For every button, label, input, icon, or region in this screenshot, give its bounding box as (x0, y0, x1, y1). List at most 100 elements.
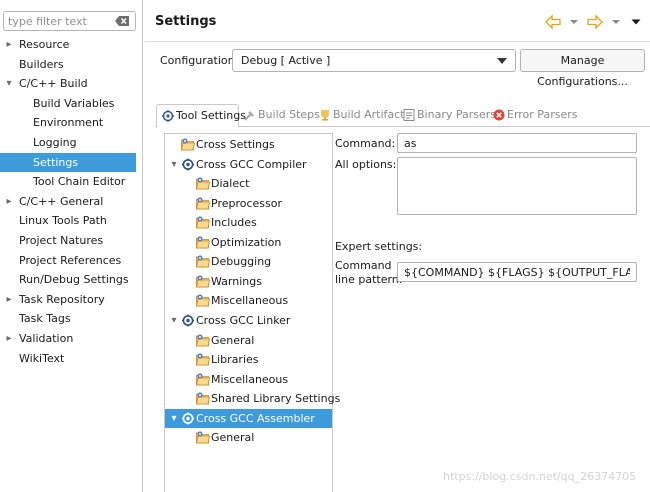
error-parsers-icon (493, 109, 505, 121)
tree-item-miscellaneous[interactable]: Miscellaneous (165, 370, 332, 389)
sidebar-item-task-repository[interactable]: ▸ Task Repository (0, 290, 136, 309)
sidebar-item-c-c-general[interactable]: ▸ C/C++ General (0, 192, 136, 211)
tool-settings-tree: Cross Settings ▾ Cross GCC Compiler Dialect… (164, 133, 340, 492)
sidebar-item-task-tags[interactable]: Task Tags (0, 309, 136, 328)
sidebar-item-validation[interactable]: ▸ Validation (0, 329, 136, 348)
tree-item-general[interactable]: General (165, 428, 332, 447)
sidebar-item-build-variables[interactable]: Build Variables (0, 94, 136, 113)
configuration-label: Configuration: (160, 54, 239, 67)
configuration-select[interactable]: Debug [ Active ] (232, 49, 516, 72)
sidebar-item-resource[interactable]: ▸ Resource (0, 35, 136, 54)
build-artifact-icon (321, 110, 329, 121)
tree-item-cross-gcc-assembler[interactable]: ▾ Cross GCC Assembler (165, 408, 332, 428)
sidebar-item-label: Logging (33, 136, 77, 149)
collapsed-twisty-icon[interactable]: ▸ (4, 35, 14, 54)
tree-item-label: Cross GCC Assembler (196, 411, 315, 425)
tree-item-cross-gcc-linker[interactable]: ▾ Cross GCC Linker (165, 311, 332, 330)
filter-input[interactable] (8, 13, 112, 29)
tree-item-optimization[interactable]: Optimization (165, 233, 332, 252)
option-category-folder-icon (196, 333, 210, 347)
all-options-textarea[interactable] (397, 157, 637, 215)
expanded-twisty-icon[interactable]: ▾ (169, 409, 179, 428)
tree-item-label: Cross Settings (196, 138, 275, 151)
collapsed-twisty-icon[interactable]: ▸ (4, 192, 14, 211)
option-category-folder-icon (196, 197, 210, 210)
sidebar-item-label: C/C++ General (19, 194, 104, 208)
sidebar-item-wikitext[interactable]: WikiText (0, 349, 136, 368)
tree-item-label: Preprocessor (211, 196, 283, 210)
preferences-nav-pane: ▸ Resource Builders ▾ C/C++ Build Build Varia… (0, 0, 143, 492)
tab-error-parsers[interactable]: Error Parsers (493, 104, 577, 127)
tree-item-cross-settings[interactable]: Cross Settings (165, 135, 332, 154)
sidebar-item-run-debug-settings[interactable]: Run/Debug Settings (0, 270, 136, 289)
sidebar-item-logging[interactable]: Logging (0, 133, 136, 152)
sidebar-item-project-natures[interactable]: Project Natures (0, 231, 136, 250)
option-category-folder-icon (196, 431, 210, 444)
all-options-label: All options: (335, 158, 397, 171)
tree-item-includes[interactable]: Includes (165, 213, 332, 232)
expanded-twisty-icon[interactable]: ▾ (169, 311, 179, 330)
back-arrow-icon[interactable] (545, 14, 561, 30)
filter-box[interactable] (3, 11, 136, 31)
tree-item-warnings[interactable]: Warnings (165, 272, 332, 291)
tree-item-label: Optimization (211, 235, 282, 249)
command-input[interactable] (397, 133, 637, 153)
tree-item-dialect[interactable]: Dialect (165, 174, 332, 193)
sidebar-item-label: Task Repository (19, 292, 105, 306)
manage-configurations-button[interactable]: Manage Configurations... (520, 49, 645, 88)
command-line-pattern-input[interactable] (397, 262, 637, 282)
tab-tool-settings[interactable]: Tool Settings (156, 104, 246, 128)
command-line-pattern-label-line2: line pattern: (335, 273, 403, 286)
tree-item-label: Warnings (211, 274, 262, 288)
tab-build-steps[interactable]: Build Steps (244, 104, 320, 127)
sidebar-item-linux-tools-path[interactable]: Linux Tools Path (0, 211, 136, 230)
tree-item-general[interactable]: General (165, 331, 332, 350)
collapsed-twisty-icon[interactable]: ▸ (4, 329, 14, 348)
tree-item-shared-library-settings[interactable]: Shared Library Settings (165, 389, 340, 408)
command-line-pattern-label-line1: Command (335, 259, 392, 272)
clear-filter-icon[interactable] (115, 16, 130, 26)
chevron-down-icon (497, 58, 507, 64)
option-category-folder-icon (196, 216, 210, 229)
forward-menu-chevron-icon[interactable] (611, 14, 621, 30)
sidebar-item-label: Resource (19, 38, 70, 51)
sidebar-item-label: WikiText (19, 351, 65, 365)
tab-label: Error Parsers (507, 108, 578, 121)
option-category-folder-icon (196, 294, 210, 307)
tree-item-label: Miscellaneous (211, 372, 289, 386)
tree-item-label: Miscellaneous (211, 294, 289, 308)
collapsed-twisty-icon[interactable]: ▸ (4, 290, 14, 309)
tab-label: Tool Settings (176, 109, 246, 122)
tree-item-label: Cross GCC Compiler (196, 157, 307, 171)
tree-item-libraries[interactable]: Libraries (165, 350, 332, 369)
option-category-folder-icon (196, 353, 210, 366)
sidebar-item-builders[interactable]: Builders (0, 55, 136, 74)
forward-arrow-icon[interactable] (587, 14, 603, 30)
sidebar-item-project-references[interactable]: Project References (0, 251, 136, 270)
tab-build-artifact[interactable]: Build Artifact (319, 104, 405, 127)
back-menu-chevron-icon[interactable] (569, 14, 579, 30)
view-menu-icon[interactable] (631, 14, 641, 30)
sidebar-item-label: Linux Tools Path (19, 214, 107, 228)
tab-binary-parsers[interactable]: Binary Parsers (403, 104, 496, 127)
expanded-twisty-icon[interactable]: ▾ (169, 155, 179, 174)
sidebar-item-c-c-build[interactable]: ▾ C/C++ Build (0, 74, 136, 93)
sidebar-item-label: Build Variables (33, 96, 115, 110)
tree-item-miscellaneous[interactable]: Miscellaneous (165, 291, 332, 310)
tree-item-debugging[interactable]: Debugging (165, 252, 332, 271)
sidebar-item-label: Tool Chain Editor (33, 175, 126, 189)
sidebar-item-environment[interactable]: Environment (0, 113, 136, 132)
expanded-twisty-icon[interactable]: ▾ (4, 74, 14, 93)
settings-tabs: Tool Settings Build Steps Build Artifact… (155, 104, 650, 128)
tree-item-preprocessor[interactable]: Preprocessor (165, 194, 332, 213)
option-category-folder-icon (196, 255, 210, 268)
sidebar-item-label: Builders (19, 57, 64, 71)
tree-item-cross-gcc-compiler[interactable]: ▾ Cross GCC Compiler (165, 155, 332, 174)
option-category-folder-icon (181, 138, 195, 151)
tree-item-label: General (211, 333, 255, 347)
sidebar-item-settings[interactable]: Settings (0, 152, 136, 172)
option-category-folder-icon (196, 372, 210, 386)
sidebar-item-tool-chain-editor[interactable]: Tool Chain Editor (0, 172, 136, 191)
tree-item-label: Debugging (211, 255, 272, 269)
tool-gear-icon (181, 158, 195, 171)
